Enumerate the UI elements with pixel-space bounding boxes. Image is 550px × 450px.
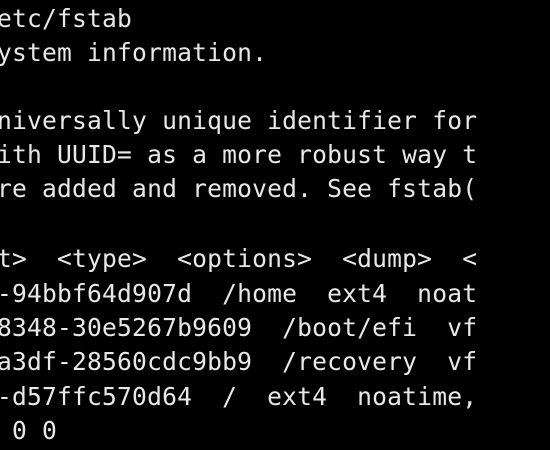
terminal-line-comment: ystem information. — [0, 38, 268, 67]
terminal-line-fstab-entry-recovery: a3df-28560cdc9bb9 /recovery vf — [0, 347, 478, 376]
terminal-line-fstab-entry-home: -94bbf64d907d /home ext4 noat — [0, 279, 478, 308]
terminal-line-file-path: etc/fstab — [0, 4, 133, 33]
terminal-line-comment: niversally unique identifier for — [0, 106, 478, 135]
terminal-line-comment: ith UUID= as a more robust way t — [0, 140, 478, 169]
terminal-line-column-headers: t> <type> <options> <dump> < — [0, 244, 478, 273]
terminal-window[interactable]: etc/fstab ystem information. niversally … — [0, 0, 550, 450]
terminal-line-dump-pass: 0 0 — [0, 416, 58, 445]
terminal-line-fstab-entry-efi: 8348-30e5267b9609 /boot/efi vf — [0, 313, 478, 342]
terminal-line-fstab-entry-root: -d57ffc570d64 / ext4 noatime, — [0, 382, 478, 411]
terminal-line-comment: re added and removed. See fstab( — [0, 174, 478, 203]
